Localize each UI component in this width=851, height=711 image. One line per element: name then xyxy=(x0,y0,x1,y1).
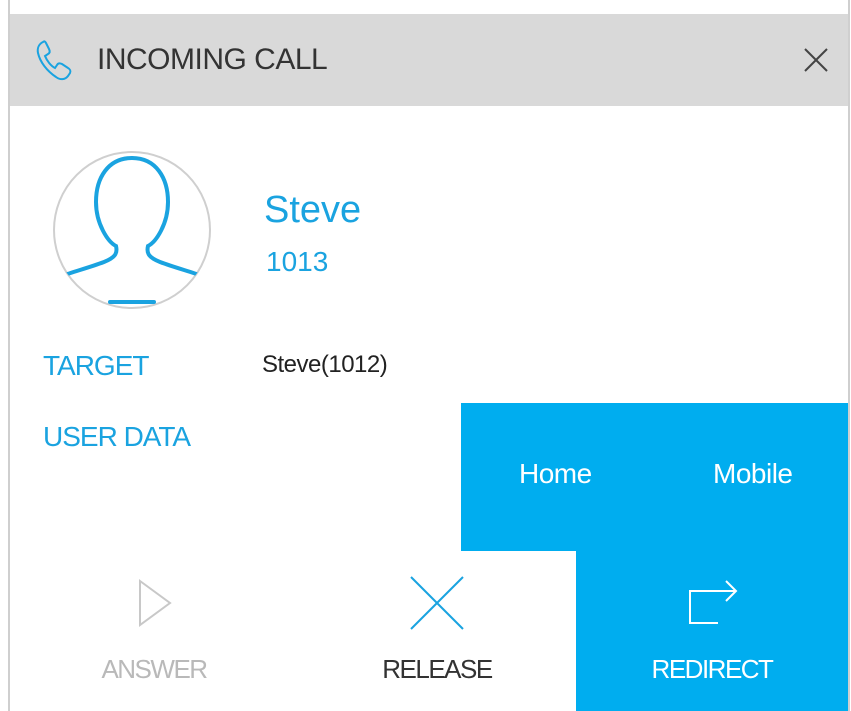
phone-icon xyxy=(36,40,72,81)
answer-button[interactable]: ANSWER xyxy=(10,551,298,711)
redirect-arrow-icon xyxy=(689,580,738,624)
redirect-label: REDIRECT xyxy=(651,654,774,684)
caller-name: Steve xyxy=(264,189,362,231)
target-value: Steve(1012) xyxy=(262,351,388,378)
user-data-label[interactable]: USER DATA xyxy=(43,420,191,454)
user-avatar-icon xyxy=(53,151,211,309)
close-icon[interactable] xyxy=(800,44,832,76)
caller-number: 1013 xyxy=(266,246,329,277)
title-bar: INCOMING CALL xyxy=(10,14,848,106)
redirect-options-panel: Home Mobile xyxy=(461,403,848,551)
redirect-option-home[interactable]: Home xyxy=(519,457,592,491)
window-title: INCOMING CALL xyxy=(97,43,328,76)
answer-label: ANSWER xyxy=(101,654,208,684)
redirect-option-mobile[interactable]: Mobile xyxy=(713,457,793,491)
release-button[interactable]: RELEASE xyxy=(298,551,576,711)
x-icon xyxy=(410,576,464,630)
target-label: TARGET xyxy=(43,350,149,381)
release-label: RELEASE xyxy=(382,654,493,684)
redirect-button[interactable]: REDIRECT xyxy=(576,551,848,711)
incoming-call-window: INCOMING CALL Steve 1013 TARGET Steve(10… xyxy=(0,0,851,711)
play-triangle-icon xyxy=(139,579,172,627)
window-border-right xyxy=(848,0,850,711)
